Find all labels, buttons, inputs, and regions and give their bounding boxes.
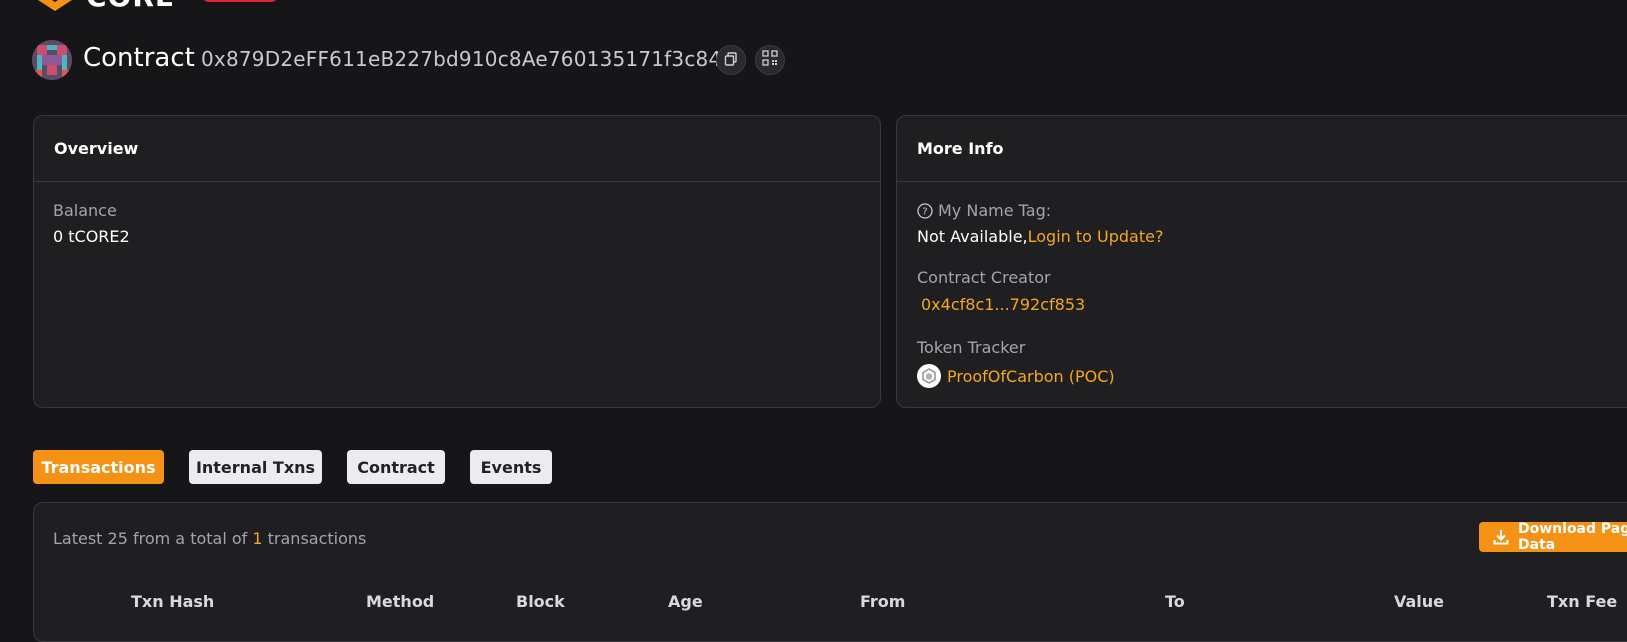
column-header-value: Value bbox=[1394, 592, 1445, 611]
tab-internal-txns[interactable]: Internal Txns bbox=[189, 450, 322, 484]
balance-label: Balance bbox=[53, 201, 117, 220]
name-tag-label: My Name Tag: bbox=[938, 201, 1052, 220]
download-page-data-button[interactable]: Download Page Data bbox=[1479, 521, 1627, 553]
page-title: Contract bbox=[83, 43, 195, 73]
column-header-txn-hash: Txn Hash bbox=[131, 592, 215, 611]
copy-address-button[interactable] bbox=[716, 45, 746, 75]
token-logo-icon bbox=[917, 364, 941, 388]
tab-transactions[interactable]: Transactions bbox=[33, 450, 164, 484]
transactions-panel bbox=[33, 502, 1627, 642]
tab-events[interactable]: Events bbox=[470, 450, 552, 484]
token-tracker-label: Token Tracker bbox=[917, 338, 1026, 357]
summary-prefix: Latest 25 from a total of bbox=[53, 529, 253, 548]
help-circle-icon[interactable]: ? bbox=[917, 202, 933, 219]
column-header-from: From bbox=[860, 592, 906, 611]
login-to-update-link[interactable]: Login to Update? bbox=[1028, 227, 1164, 246]
column-header-age: Age bbox=[668, 592, 703, 611]
copy-icon bbox=[724, 51, 738, 70]
column-header-block: Block bbox=[516, 592, 565, 611]
overview-title: Overview bbox=[34, 116, 880, 182]
contract-creator-link[interactable]: 0x4cf8c1...792cf853 bbox=[921, 295, 1085, 314]
contract-avatar bbox=[32, 40, 72, 80]
svg-text:?: ? bbox=[922, 206, 927, 217]
overview-card: Overview bbox=[33, 115, 881, 408]
summary-suffix: transactions bbox=[262, 529, 367, 548]
name-tag-row: ? My Name Tag: bbox=[917, 201, 1051, 220]
qr-code-button[interactable] bbox=[755, 45, 785, 75]
download-label: Download Page Data bbox=[1518, 521, 1627, 553]
name-tag-value: Not Available, bbox=[917, 227, 1028, 246]
transactions-total: 1 bbox=[252, 529, 263, 548]
column-header-method: Method bbox=[366, 592, 435, 611]
more-info-title: More Info bbox=[897, 116, 1627, 182]
column-header-to: To bbox=[1165, 592, 1185, 611]
core-logo-icon[interactable] bbox=[36, 0, 74, 12]
tab-contract[interactable]: Contract bbox=[347, 450, 445, 484]
transactions-summary: Latest 25 from a total of 1 transactions bbox=[53, 529, 366, 548]
column-header-txn-fee: Txn Fee bbox=[1547, 592, 1618, 611]
token-tracker-link[interactable]: ProofOfCarbon (POC) bbox=[947, 367, 1115, 386]
contract-creator-label: Contract Creator bbox=[917, 268, 1051, 287]
token-tracker-row: ProofOfCarbon (POC) bbox=[917, 364, 1115, 388]
network-badge bbox=[202, 0, 278, 2]
name-tag-value-row: Not Available,Login to Update? bbox=[917, 227, 1163, 246]
download-icon bbox=[1493, 529, 1509, 545]
contract-address: 0x879D2eFF611eB227bd910c8Ae760135171f3c8… bbox=[201, 47, 735, 71]
qr-code-icon bbox=[762, 50, 778, 70]
brand-name[interactable]: CORE bbox=[86, 0, 175, 13]
balance-value: 0 tCORE2 bbox=[53, 227, 130, 246]
